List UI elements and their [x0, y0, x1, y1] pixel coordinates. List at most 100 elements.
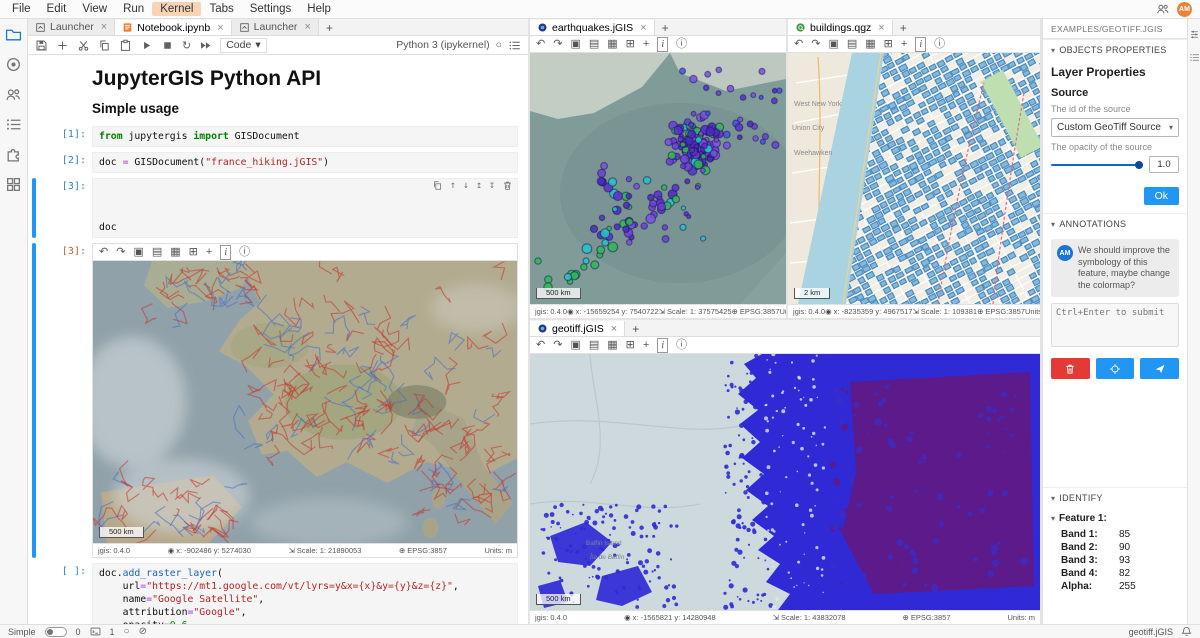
- undo-icon[interactable]: ↶: [536, 339, 545, 352]
- tab-launcher-2[interactable]: Launcher ×: [232, 19, 319, 35]
- no-activity-icon[interactable]: ⊘: [139, 626, 147, 637]
- info-icon[interactable]: ⓘ: [676, 38, 687, 51]
- file-browser-icon[interactable]: [5, 26, 22, 43]
- info-icon[interactable]: ⓘ: [239, 246, 250, 259]
- section-annotations[interactable]: ▾ ANNOTATIONS: [1043, 213, 1187, 233]
- tab-buildings[interactable]: buildings.qgz ×: [788, 20, 893, 36]
- collaboration-icon[interactable]: [5, 86, 22, 103]
- basemap-tool-icon[interactable]: ▦: [865, 38, 875, 51]
- map-projection[interactable]: EPSG:3857: [911, 613, 951, 622]
- select-tool-icon[interactable]: ▣: [570, 339, 580, 352]
- toolbar-overflow-icon[interactable]: [508, 39, 521, 52]
- extent-tool-icon[interactable]: ⊞: [626, 339, 635, 352]
- identify-tool-icon[interactable]: i: [220, 245, 231, 260]
- close-tab-icon[interactable]: ×: [640, 23, 646, 33]
- tab-geotiff[interactable]: geotiff.jGIS ×: [530, 321, 625, 337]
- terminal-icon[interactable]: [90, 626, 101, 637]
- cell-type-select[interactable]: Code ▾: [220, 38, 266, 53]
- undo-icon[interactable]: ↶: [536, 38, 545, 51]
- center-annotation-button[interactable]: [1096, 358, 1135, 379]
- terminals-count[interactable]: 0: [76, 627, 81, 637]
- simple-mode-toggle[interactable]: [45, 627, 67, 637]
- code-editor[interactable]: doc.add_raster_layer( url="https://mt1.g…: [92, 563, 518, 624]
- annotation-input[interactable]: [1051, 303, 1179, 347]
- cell-collapser[interactable]: [32, 243, 36, 558]
- cell-collapser[interactable]: [32, 178, 36, 238]
- section-identify[interactable]: ▾ IDENTIFY: [1043, 487, 1187, 507]
- menu-view[interactable]: View: [74, 2, 115, 16]
- close-tab-icon[interactable]: ×: [304, 22, 310, 32]
- layers-tool-icon[interactable]: ▤: [589, 339, 599, 352]
- menu-settings[interactable]: Settings: [242, 2, 300, 16]
- redo-icon[interactable]: ↷: [553, 38, 562, 51]
- bell-icon[interactable]: [1181, 626, 1192, 637]
- kernel-status-icon[interactable]: ○: [124, 626, 130, 637]
- insert-below-icon[interactable]: ↧: [489, 180, 495, 191]
- close-tab-icon[interactable]: ×: [101, 22, 107, 32]
- feature-header[interactable]: ▾ Feature 1:: [1051, 513, 1179, 524]
- info-icon[interactable]: ⓘ: [676, 339, 687, 352]
- copy-cell-icon[interactable]: [98, 39, 111, 52]
- delete-annotation-button[interactable]: [1051, 358, 1090, 379]
- add-layer-icon[interactable]: +: [206, 246, 212, 259]
- add-layer-icon[interactable]: +: [901, 38, 907, 51]
- select-tool-icon[interactable]: ▣: [570, 38, 580, 51]
- select-tool-icon[interactable]: ▣: [133, 246, 143, 259]
- cut-cell-icon[interactable]: [77, 39, 90, 52]
- add-layer-icon[interactable]: +: [643, 38, 649, 51]
- user-avatar[interactable]: AM: [1177, 2, 1192, 17]
- submit-annotation-button[interactable]: [1140, 358, 1179, 379]
- restart-run-all-icon[interactable]: [199, 39, 212, 52]
- redo-icon[interactable]: ↷: [811, 38, 820, 51]
- undo-icon[interactable]: ↶: [794, 38, 803, 51]
- add-layer-icon[interactable]: +: [643, 339, 649, 352]
- move-up-icon[interactable]: ↑: [450, 180, 456, 191]
- markdown-cell[interactable]: JupyterGIS Python API Simple usage: [92, 67, 518, 116]
- delete-cell-icon[interactable]: [502, 180, 513, 191]
- map-projection[interactable]: EPSG:3857: [985, 307, 1025, 316]
- ok-button[interactable]: Ok: [1144, 187, 1179, 205]
- save-icon[interactable]: [35, 39, 48, 52]
- running-sessions-icon[interactable]: [5, 56, 22, 73]
- redo-icon[interactable]: ↷: [553, 339, 562, 352]
- property-inspector-icon[interactable]: [1189, 29, 1200, 40]
- identify-tool-icon[interactable]: i: [657, 37, 668, 52]
- extent-tool-icon[interactable]: ⊞: [626, 38, 635, 51]
- add-cell-icon[interactable]: [56, 39, 69, 52]
- opacity-slider[interactable]: [1051, 160, 1143, 170]
- extent-tool-icon[interactable]: ⊞: [189, 246, 198, 259]
- close-tab-icon[interactable]: ×: [217, 23, 223, 33]
- close-tab-icon[interactable]: ×: [611, 324, 617, 334]
- kernel-name[interactable]: Python 3 (ipykernel): [396, 39, 489, 51]
- layers-tool-icon[interactable]: ▤: [152, 246, 162, 259]
- menu-tabs[interactable]: Tabs: [201, 2, 241, 16]
- cell-collapser[interactable]: [32, 152, 36, 173]
- identify-tool-icon[interactable]: i: [657, 338, 668, 353]
- new-tab-button[interactable]: +: [893, 21, 914, 35]
- section-objects-properties[interactable]: ▾ OBJECTS PROPERTIES: [1043, 39, 1187, 59]
- basemap-tool-icon[interactable]: ▦: [607, 339, 617, 352]
- extent-tool-icon[interactable]: ⊞: [884, 38, 893, 51]
- current-file-label[interactable]: geotiff.jGIS: [1129, 627, 1173, 637]
- slider-knob[interactable]: [1135, 161, 1143, 169]
- map-canvas-france[interactable]: 500 km: [93, 261, 517, 543]
- layers-tool-icon[interactable]: ▤: [847, 38, 857, 51]
- code-editor[interactable]: doc = GISDocument("france_hiking.jGIS"): [92, 152, 518, 173]
- basemap-tool-icon[interactable]: ▦: [170, 246, 180, 259]
- new-tab-button[interactable]: +: [625, 322, 646, 336]
- layers-tool-icon[interactable]: ▤: [589, 38, 599, 51]
- extension-manager-icon[interactable]: [5, 146, 22, 163]
- tab-notebook[interactable]: Notebook.ipynb ×: [115, 20, 231, 36]
- menu-run[interactable]: Run: [115, 2, 152, 16]
- duplicate-cell-icon[interactable]: [432, 180, 443, 191]
- map-projection[interactable]: EPSG:3857: [407, 546, 447, 555]
- info-icon[interactable]: ⓘ: [934, 38, 945, 51]
- run-cell-icon[interactable]: [140, 39, 153, 52]
- cell-collapser[interactable]: [32, 126, 36, 147]
- kernels-count[interactable]: 1: [110, 627, 115, 637]
- new-tab-button[interactable]: +: [655, 21, 676, 35]
- map-canvas-buildings[interactable]: West New York Union City Weehawken 2 km: [788, 53, 1040, 304]
- collaborators-icon[interactable]: [1156, 2, 1170, 16]
- menu-edit[interactable]: Edit: [39, 2, 75, 16]
- widgets-icon[interactable]: [5, 176, 22, 193]
